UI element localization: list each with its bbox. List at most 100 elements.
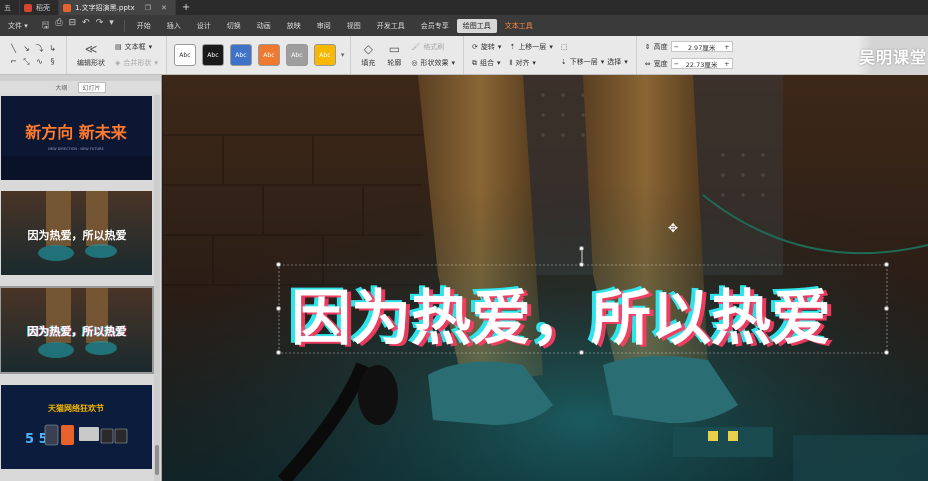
shape-style-gallery: Abc Abc Abc Abc Abc Abc ▾	[167, 36, 352, 74]
headline-text-group[interactable]: 因为热爱，所以热爱 因为热爱，所以热爱 因为热爱，所以热爱	[287, 282, 835, 356]
style-swatch-white[interactable]: Abc	[173, 44, 196, 66]
style-swatch-yellow[interactable]: Abc	[313, 44, 336, 66]
menu-review[interactable]: 审阅	[309, 21, 339, 31]
align-button[interactable]: ⫴ 对齐 ▾	[509, 58, 552, 68]
document-tab-bar: 五 稻壳 1.文字招演黑.pptx ❐ ✕ +	[0, 0, 928, 15]
box-product	[100, 428, 114, 444]
menu-view[interactable]: 视图	[339, 21, 369, 31]
connector-shape-icon[interactable]: ↳	[47, 43, 58, 54]
menu-bar: 文件 ▾ 🖫 ⎙ ⊟ ↶ ↷ ▾ 开始 插入 设计 切换 动画 放映 审阅 视图…	[0, 15, 928, 36]
scrollbar-thumb[interactable]	[155, 445, 159, 475]
select-button[interactable]: ⬚	[561, 43, 628, 51]
tab-outline[interactable]: 大纲	[55, 83, 67, 92]
layer-stack: ⬚ ⇣ 下移一层 ▾ 选择 ▾	[557, 43, 632, 67]
arrow-shape-icon[interactable]: ↘	[21, 43, 32, 54]
size-group: ⇕ 高度 − 2.97厘米 + ⇔ 宽度 − 22.73厘米 +	[637, 36, 741, 74]
merge-shape-button[interactable]: ◈ 合并形状 ▾	[115, 58, 158, 68]
height-decrement[interactable]: −	[674, 43, 679, 51]
line-shape-icon[interactable]: ╲	[8, 43, 19, 54]
elbow-shape-icon[interactable]: ⌐	[8, 56, 19, 67]
height-input[interactable]: − 2.97厘米 +	[670, 41, 733, 52]
send-backward-button[interactable]: ⇣ 下移一层 ▾ 选择 ▾	[561, 57, 628, 67]
format-painter-button[interactable]: 🖌 格式刷	[411, 42, 455, 52]
menu-design[interactable]: 设计	[189, 21, 219, 31]
slide-3-preview: 因为热爱，所以热爱 因为热爱，所以热爱 因为热爱，所以热爱	[1, 288, 152, 372]
menu-drawing-tools[interactable]: 绘图工具	[456, 18, 497, 33]
new-tab-button[interactable]: +	[176, 0, 196, 15]
style-swatch-orange[interactable]: Abc	[257, 44, 280, 66]
slide-thumbnail-4[interactable]: 天猫网络狂欢节 5 5	[1, 385, 152, 469]
restore-icon[interactable]: ❐	[145, 4, 151, 12]
scribble-shape-icon[interactable]: §	[47, 56, 58, 67]
slide-thumbnail-1[interactable]: 新方向 新未来 NEW DIRECTION · NEW FUTURE	[1, 96, 152, 180]
more-icon[interactable]: ▾	[109, 18, 114, 34]
tab-home[interactable]: 五	[0, 0, 20, 15]
width-increment[interactable]: +	[724, 60, 729, 68]
resize-handle-bottom-left[interactable]	[276, 350, 281, 355]
resize-handle-right[interactable]	[884, 306, 889, 311]
resize-handle-top-right[interactable]	[884, 262, 889, 267]
menu-member[interactable]: 会员专享	[413, 21, 457, 31]
text-box-button[interactable]: ▤ 文本框 ▾	[115, 42, 158, 52]
save-icon[interactable]: 🖫	[42, 18, 50, 34]
rotate-handle[interactable]	[579, 246, 584, 251]
edit-shape-button[interactable]: ≪ 编辑形状	[71, 43, 111, 68]
menu-animation[interactable]: 动画	[249, 21, 279, 31]
undo-icon[interactable]: ↶	[82, 18, 90, 34]
freeform-shape-icon[interactable]: ∿	[34, 56, 45, 67]
outline-button[interactable]: ▭ 轮廓	[381, 43, 407, 68]
width-decrement[interactable]: −	[674, 60, 679, 68]
microphone	[358, 365, 398, 425]
bring-forward-button[interactable]: ⇡ 上移一层 ▾	[509, 42, 552, 52]
tab-slides[interactable]: 幻灯片	[77, 81, 106, 93]
style-swatch-gray[interactable]: Abc	[285, 44, 308, 66]
menu-developer[interactable]: 开发工具	[369, 21, 413, 31]
menu-slideshow[interactable]: 放映	[279, 21, 309, 31]
close-icon[interactable]: ✕	[161, 4, 167, 12]
group-button[interactable]: ⧉ 组合 ▾	[472, 58, 501, 68]
slide-thumbnail-3[interactable]: 因为热爱，所以热爱 因为热爱，所以热爱 因为热爱，所以热爱	[0, 286, 154, 374]
print-preview-icon[interactable]: ⎙	[55, 18, 62, 34]
shape-effects-button[interactable]: ◎ 形状效果 ▾	[411, 58, 455, 68]
select-label: 选择	[607, 58, 622, 66]
pptx-file-icon	[63, 3, 71, 12]
slide-canvas[interactable]: 因为热爱，所以热爱 因为热爱，所以热爱 因为热爱，所以热爱 ✥	[163, 75, 928, 481]
resize-handle-top[interactable]	[579, 262, 584, 267]
redo-icon[interactable]: ↷	[96, 18, 104, 34]
thumbnail-scrollbar[interactable]	[154, 95, 160, 481]
textbox-stack: ▤ 文本框 ▾ ◈ 合并形状 ▾	[111, 42, 162, 68]
tab-docer[interactable]: 稻壳	[20, 0, 59, 15]
shape-gallery[interactable]: ╲ ↘ ⤵ ↳ ⌐ ⤡ ∿ §	[4, 43, 62, 67]
edit-shape-icon: ≪	[84, 41, 98, 56]
menu-start[interactable]: 开始	[129, 21, 159, 31]
menu-file[interactable]: 文件 ▾	[0, 21, 36, 31]
rotate-align-stack: ⟳ 旋转 ▾ ⧉ 组合 ▾	[468, 42, 505, 68]
style-gallery-more-icon[interactable]: ▾	[339, 51, 347, 59]
menu-insert[interactable]: 插入	[159, 21, 189, 31]
bring-forward-label: 上移一层	[518, 43, 547, 51]
shape-effects-label: 形状效果	[420, 59, 449, 67]
slide-thumbnail-2[interactable]: 因为热爱，所以热爱	[1, 191, 152, 275]
width-value: 22.73厘米	[685, 60, 718, 69]
text-box-label: 文本框	[124, 43, 146, 51]
style-swatch-black[interactable]: Abc	[201, 44, 224, 66]
tab-current-document[interactable]: 1.文字招演黑.pptx ❐ ✕	[59, 0, 176, 15]
print-icon[interactable]: ⊟	[69, 18, 77, 34]
resize-handle-left[interactable]	[276, 306, 281, 311]
menu-transition[interactable]: 切换	[219, 21, 249, 31]
rotate-button[interactable]: ⟳ 旋转 ▾	[472, 42, 501, 52]
style-swatch-blue[interactable]: Abc	[229, 44, 252, 66]
resize-handle-top-left[interactable]	[276, 262, 281, 267]
shape-gallery-group: ╲ ↘ ⤵ ↳ ⌐ ⤡ ∿ §	[0, 36, 67, 74]
resize-handle-bottom[interactable]	[579, 350, 584, 355]
resize-handle-bottom-right[interactable]	[884, 350, 889, 355]
menu-text-tools[interactable]: 文本工具	[497, 21, 541, 31]
group-label: 组合	[480, 59, 495, 67]
double-arrow-shape-icon[interactable]: ⤡	[21, 56, 32, 67]
curve-shape-icon[interactable]: ⤵	[34, 43, 45, 54]
width-label: 宽度	[653, 59, 668, 68]
height-increment[interactable]: +	[724, 43, 729, 51]
width-input[interactable]: − 22.73厘米 +	[670, 58, 733, 69]
fill-button[interactable]: ◇ 填充	[355, 43, 381, 68]
menu-file-label: 文件	[8, 21, 22, 30]
